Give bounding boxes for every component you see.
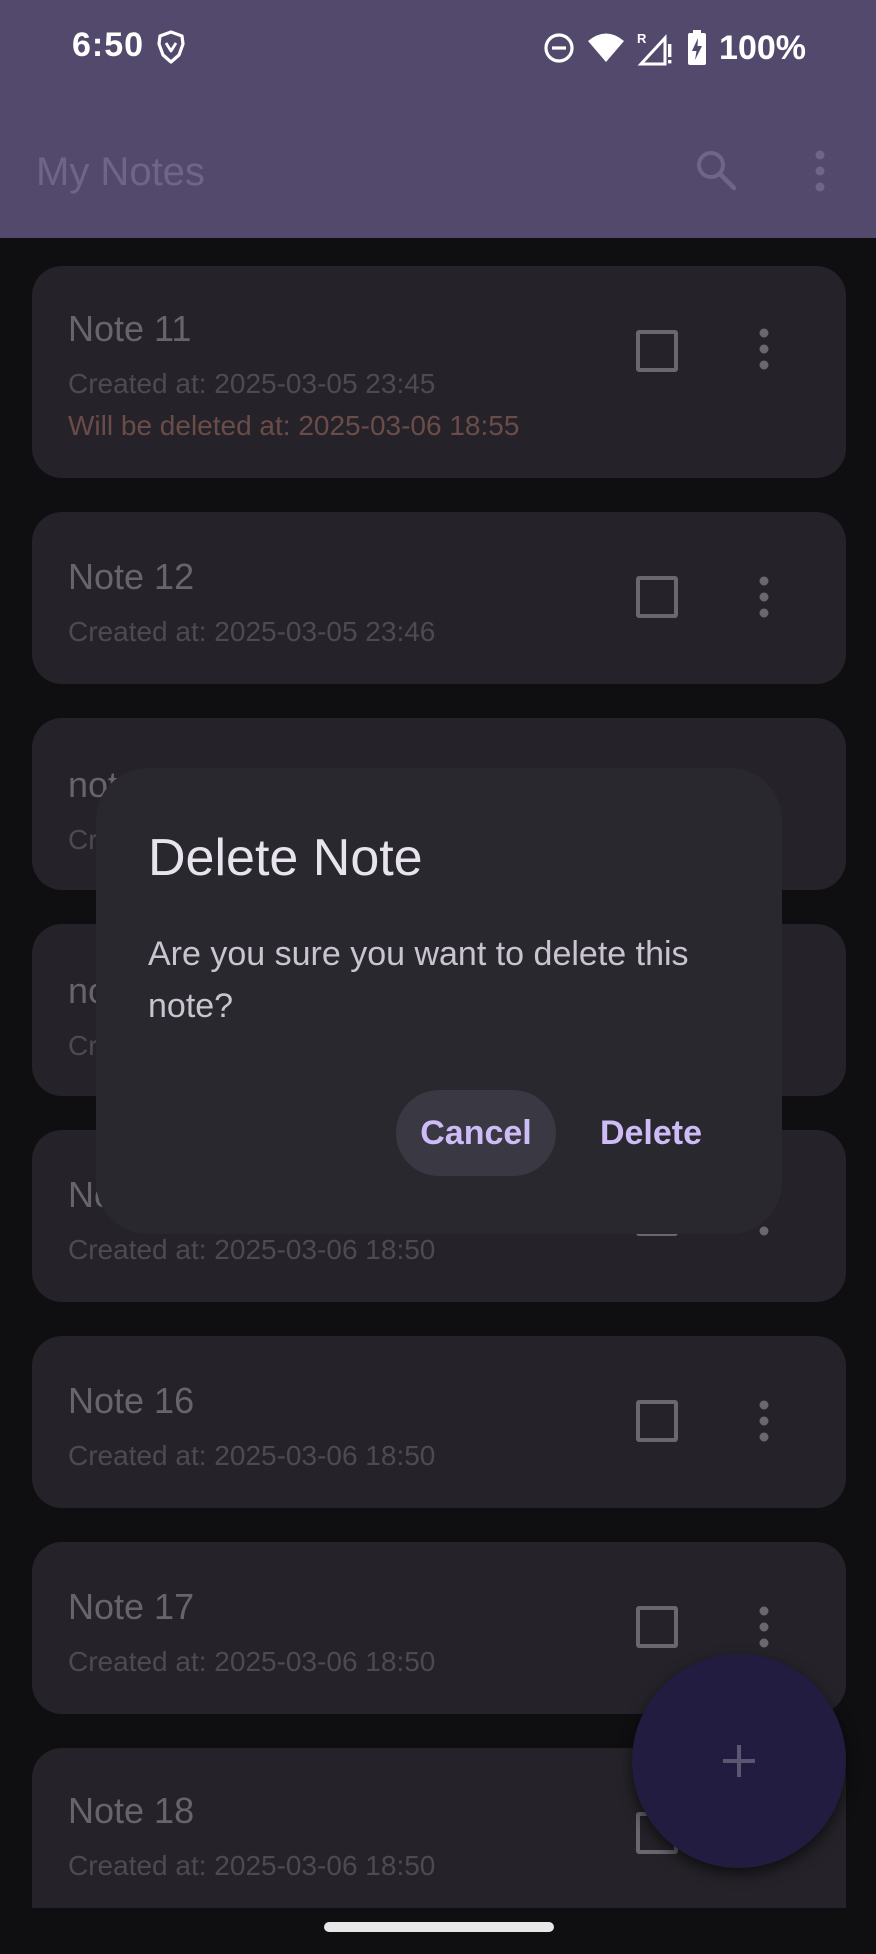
delete-note-dialog: Delete Note Are you sure you want to del… bbox=[96, 768, 782, 1234]
dialog-message: Are you sure you want to delete this not… bbox=[148, 935, 689, 1025]
dialog-title: Delete Note bbox=[148, 829, 423, 887]
add-note-button[interactable] bbox=[632, 1654, 846, 1868]
delete-button[interactable]: Delete bbox=[576, 1090, 726, 1176]
gesture-nav-handle[interactable] bbox=[324, 1922, 554, 1932]
add-icon bbox=[723, 1745, 755, 1777]
cancel-button[interactable]: Cancel bbox=[396, 1090, 556, 1176]
screen: 6:50 R 100% My Notes Note 11 Created at:… bbox=[0, 0, 876, 1954]
